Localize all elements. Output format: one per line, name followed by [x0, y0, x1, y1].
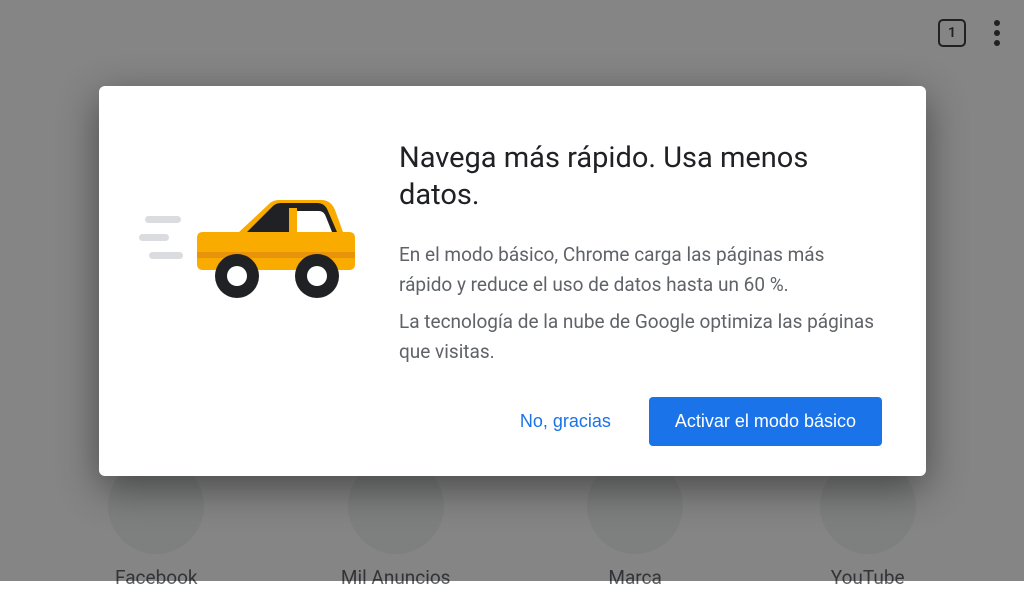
car-icon — [139, 190, 359, 310]
car-illustration — [99, 124, 399, 446]
accept-button[interactable]: Activar el modo básico — [649, 397, 882, 446]
dialog-body-line1: En el modo básico, Chrome carga las pági… — [399, 240, 882, 299]
dialog-actions: No, gracias Activar el modo básico — [399, 397, 882, 446]
dialog-content: Navega más rápido. Usa menos datos. En e… — [399, 124, 882, 446]
dialog-title: Navega más rápido. Usa menos datos. — [399, 140, 882, 214]
lite-mode-dialog: Navega más rápido. Usa menos datos. En e… — [99, 86, 926, 476]
decline-button[interactable]: No, gracias — [512, 401, 619, 442]
dialog-body-line2: La tecnología de la nube de Google optim… — [399, 307, 882, 366]
